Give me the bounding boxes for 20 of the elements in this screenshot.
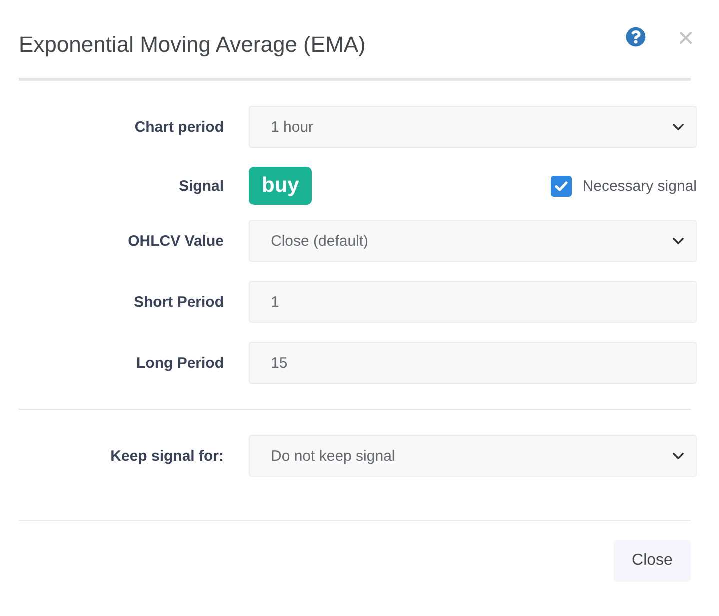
input-field[interactable]: 15	[249, 342, 697, 384]
checkbox-label[interactable]: Necessary signal	[582, 178, 697, 194]
dropdown-field[interactable]: Do not keep signal	[249, 435, 697, 477]
signal-badge: buy	[249, 167, 312, 205]
field-label: OHLCV Value	[127, 232, 224, 250]
chevron-down-icon	[673, 238, 684, 244]
chevron-down-icon	[673, 124, 684, 130]
chevron-down-icon	[673, 452, 684, 460]
input-field[interactable]: 1	[249, 281, 697, 323]
field-label: Long Period	[136, 354, 224, 372]
field-label: Keep signal for:	[110, 448, 224, 464]
dropdown-field[interactable]: 1 hour	[249, 106, 697, 148]
checkbox[interactable]	[550, 176, 572, 196]
field-label: Chart period	[134, 118, 224, 136]
field-label: Short Period	[132, 294, 224, 310]
dialog-title: Exponential Moving Average (EMA)	[19, 31, 367, 59]
dropdown-field[interactable]: Close (default)	[249, 220, 697, 262]
close-button[interactable]: Close	[614, 540, 691, 582]
field-label: Signal	[178, 178, 224, 194]
help-icon[interactable]	[626, 27, 646, 47]
